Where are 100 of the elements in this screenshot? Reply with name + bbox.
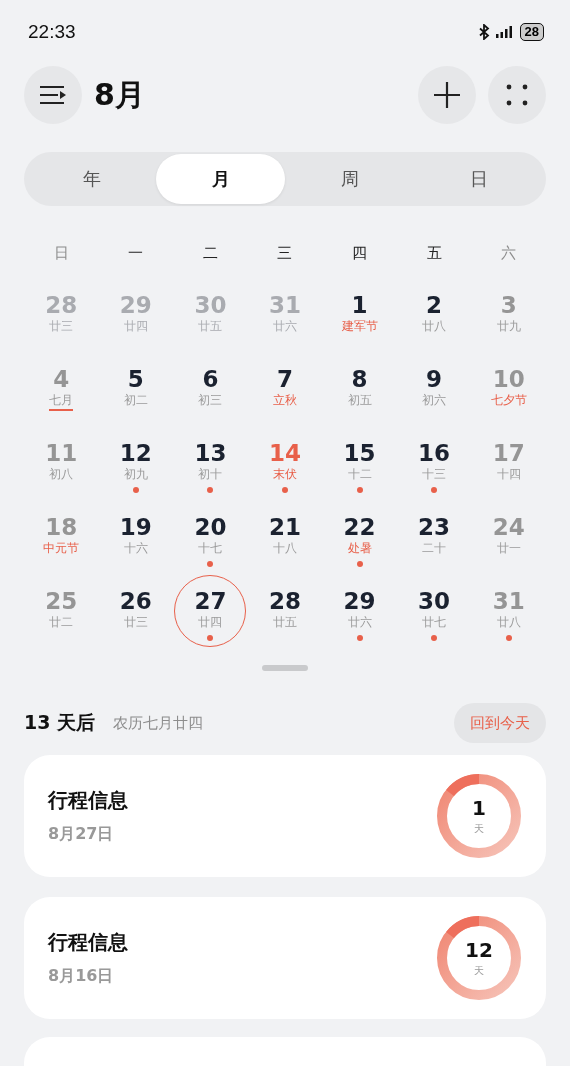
day-cell[interactable]: 7 立秋 (249, 353, 321, 425)
day-number: 13 (194, 440, 227, 466)
day-cell[interactable]: 30 廿七 (398, 575, 471, 647)
lunar-date: 初六 (422, 393, 447, 409)
event-card[interactable]: 行程信息 8月27日 1 天 (24, 755, 546, 877)
lunar-date: 廿六 (347, 615, 372, 631)
day-cell[interactable]: 23 二十 (398, 501, 471, 573)
lunar-date: 廿三 (123, 615, 148, 631)
lunar-date: 十七 (198, 541, 223, 557)
day-number: 10 (492, 366, 525, 392)
lunar-date: 廿四 (123, 319, 148, 335)
day-cell[interactable]: 6 初三 (174, 353, 247, 425)
lunar-date: 廿三 (49, 319, 74, 335)
lunar-date: 廿八 (422, 319, 447, 335)
day-number: 11 (45, 440, 78, 466)
day-number: 16 (418, 440, 451, 466)
day-cell[interactable]: 19 十六 (99, 501, 172, 573)
day-cell[interactable]: 9 初六 (398, 353, 471, 425)
battery-indicator: 28 (519, 23, 544, 41)
days-unit: 天 (474, 963, 484, 978)
day-number: 3 (500, 292, 517, 318)
day-cell[interactable]: 1 建军节 (323, 279, 396, 351)
day-number: 31 (492, 588, 525, 614)
weekday-label: 日 (53, 244, 69, 263)
day-number: 7 (276, 366, 293, 392)
month-title: 8月 (94, 75, 145, 114)
weekday-label: 一 (128, 244, 144, 263)
plus-icon (432, 80, 462, 110)
lunar-date: 初八 (49, 467, 74, 483)
lunar-date: 处暑 (347, 541, 372, 557)
lunar-date: 廿七 (422, 615, 447, 631)
lunar-date: 廿九 (496, 319, 521, 335)
day-cell[interactable]: 20 十七 (174, 501, 247, 573)
day-cell[interactable]: 13 初十 (174, 427, 247, 499)
view-tab[interactable]: 月 (156, 154, 285, 204)
lunar-date: 初九 (123, 467, 148, 483)
day-cell[interactable]: 21 十八 (249, 501, 321, 573)
day-number: 21 (268, 514, 301, 540)
view-tab[interactable]: 日 (414, 154, 543, 204)
lunar-date: 初十 (198, 467, 223, 483)
drag-handle[interactable] (262, 665, 308, 671)
day-number: 2 (426, 292, 443, 318)
day-number: 15 (343, 440, 376, 466)
day-number: 25 (45, 588, 78, 614)
lunar-date: 七夕节 (490, 393, 527, 409)
event-title: 行程信息 (48, 929, 129, 956)
day-cell[interactable]: 22 处暑 (323, 501, 396, 573)
day-number: 29 (343, 588, 376, 614)
day-number: 23 (418, 514, 451, 540)
lunar-date: 初三 (198, 393, 223, 409)
day-cell[interactable]: 15 十二 (323, 427, 396, 499)
day-number: 27 (194, 588, 227, 614)
day-cell[interactable]: 2 廿八 (398, 279, 471, 351)
lunar-date: 廿六 (273, 319, 297, 335)
day-number: 30 (194, 292, 227, 318)
day-number: 6 (202, 366, 219, 392)
view-tab[interactable]: 周 (285, 154, 414, 204)
day-number: 26 (119, 588, 152, 614)
day-cell[interactable]: 12 初九 (99, 427, 172, 499)
lunar-date: 廿二 (49, 615, 74, 631)
weekday-label: 二 (202, 244, 218, 263)
lunar-date: 廿五 (198, 319, 223, 335)
day-number: 30 (418, 588, 451, 614)
day-number: 8 (351, 366, 368, 392)
weekday-label: 五 (426, 244, 442, 263)
lunar-date: 初二 (123, 393, 148, 409)
lunar-date: 初五 (347, 393, 372, 409)
lunar-date: 十六 (123, 541, 148, 557)
day-number: 29 (119, 292, 152, 318)
event-title: 行程信息 (48, 787, 129, 814)
menu-icon (38, 84, 68, 106)
days-unit: 天 (474, 821, 484, 836)
lunar-date: 廿五 (273, 615, 297, 631)
view-tab[interactable]: 年 (27, 154, 156, 204)
day-number: 28 (45, 292, 78, 318)
day-number: 1 (351, 292, 368, 318)
weekday-label: 六 (501, 244, 517, 263)
lunar-date: 七月 (49, 393, 74, 411)
event-card[interactable]: 行程信息 8月16日 12 天 (24, 897, 546, 1019)
day-cell[interactable]: 26 廿三 (99, 575, 172, 647)
day-number: 22 (343, 514, 376, 540)
lunar-date: 廿八 (496, 615, 521, 631)
bluetooth-icon (477, 24, 490, 40)
event-date: 8月16日 (48, 966, 115, 987)
countdown-text: 13 天后 (24, 710, 96, 735)
days-count: 12 (465, 938, 493, 961)
lunar-date: 十二 (347, 467, 372, 483)
lunar-date: 廿一 (496, 541, 521, 557)
day-number: 19 (119, 514, 152, 540)
day-cell[interactable]: 16 十三 (398, 427, 471, 499)
days-count: 1 (472, 796, 486, 819)
day-number: 4 (53, 366, 70, 392)
day-cell[interactable]: 8 初五 (323, 353, 396, 425)
day-cell[interactable]: 5 初二 (99, 353, 172, 425)
lunar-date-text: 农历七月廿四 (113, 713, 204, 733)
day-number: 9 (426, 366, 443, 392)
day-cell[interactable]: 28 廿五 (249, 575, 321, 647)
weekday-label: 四 (352, 244, 368, 263)
day-number: 18 (45, 514, 78, 540)
day-cell[interactable]: 29 廿六 (323, 575, 396, 647)
